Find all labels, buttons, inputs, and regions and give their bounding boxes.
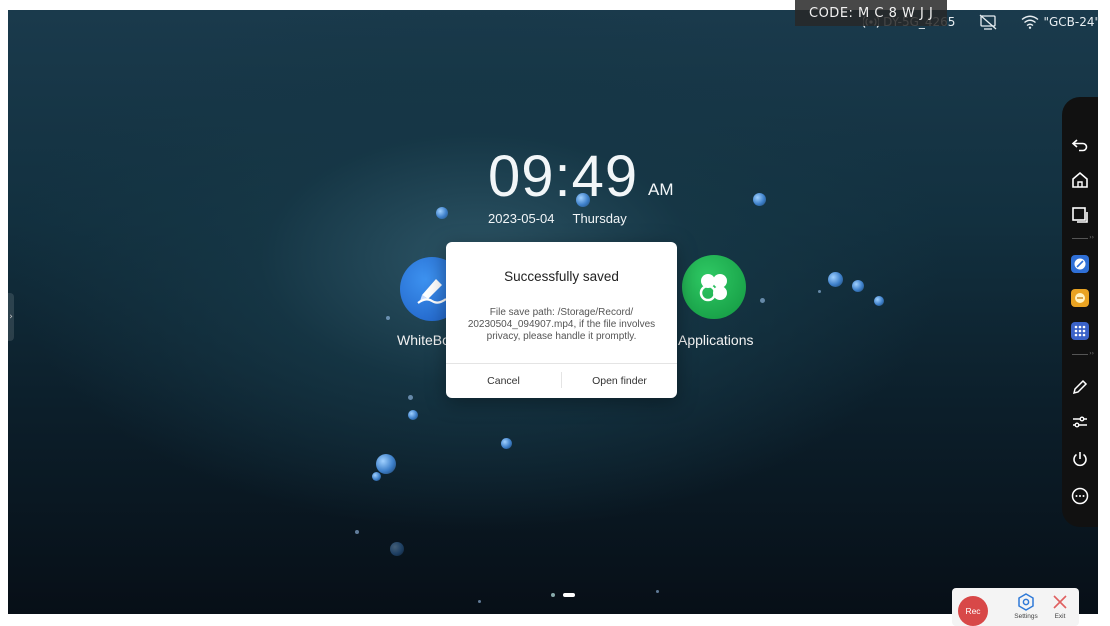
cast-code-badge: CODE: M C 8 W J J [795, 0, 948, 26]
sliders-icon [1073, 416, 1087, 428]
bubble-decoration [408, 410, 418, 420]
bubble-decoration [501, 438, 512, 449]
sparkle-decoration [818, 290, 821, 293]
recorder-exit-button[interactable]: Exit [1044, 592, 1076, 626]
bubble-decoration [390, 542, 404, 556]
page-indicator [551, 593, 575, 597]
open-finder-button[interactable]: Open finder [562, 364, 677, 398]
recent-apps-button[interactable] [1068, 203, 1092, 227]
applications-app-label[interactable]: Applications [678, 332, 754, 348]
recorder-settings-button[interactable]: Settings [1010, 592, 1042, 626]
whiteboard-app-label[interactable]: WhiteBo [397, 332, 450, 348]
power-icon [1073, 452, 1087, 467]
dialog-title: Successfully saved [504, 269, 619, 284]
power-button[interactable] [1068, 447, 1092, 471]
sparkle-decoration [386, 316, 390, 320]
dialog-message: File save path: /Storage/Record/ 2023050… [467, 307, 656, 342]
sparkle-decoration [760, 298, 765, 303]
bubble-decoration [828, 272, 843, 287]
clock-widget: 09:49 AM 2023-05-04 Thursday [488, 144, 674, 227]
bubble-decoration [436, 207, 448, 219]
desktop-stage: 09:49 AM 2023-05-04 Thursday WhiteBo App… [0, 0, 1110, 626]
clock-ampm: AM [648, 180, 674, 199]
applications-app-icon[interactable] [682, 255, 746, 319]
browser-icon [1071, 255, 1089, 273]
home-icon [1072, 171, 1088, 188]
clock-day: Thursday [572, 211, 627, 226]
no-screen-status[interactable] [979, 14, 997, 30]
sparkle-decoration [408, 395, 413, 400]
wifi-label: "GCB-24" [1043, 15, 1100, 29]
left-drawer-handle[interactable]: › [8, 293, 14, 341]
clover-icon [699, 274, 727, 302]
sparkle-decoration [355, 530, 359, 534]
app-grid-icon [1071, 322, 1089, 340]
clock-date-row: 2023-05-04 Thursday [488, 211, 627, 226]
chevron-right-icon: › [9, 312, 13, 322]
note-app-icon [1071, 289, 1089, 307]
cancel-button[interactable]: Cancel [446, 364, 561, 398]
wifi-status[interactable]: "GCB-24" [1021, 15, 1100, 29]
more-button[interactable] [1068, 484, 1092, 508]
exit-label: Exit [1054, 613, 1066, 620]
clock-date: 2023-05-04 [488, 211, 555, 226]
pen-button[interactable] [1068, 375, 1092, 399]
sparkle-decoration [478, 600, 481, 603]
recent-apps-icon [1072, 207, 1088, 223]
app-grid-button[interactable] [1068, 319, 1092, 343]
back-button[interactable] [1068, 133, 1092, 157]
page-dot[interactable] [551, 593, 555, 597]
clock-time: 09:49 [488, 144, 639, 209]
settings-sliders-button[interactable] [1068, 410, 1092, 434]
note-app-button[interactable] [1068, 286, 1092, 310]
wifi-icon [1021, 15, 1039, 29]
rec-button[interactable]: Rec [958, 596, 988, 626]
no-screen-icon [980, 14, 997, 30]
pen-icon [1072, 379, 1088, 395]
launcher-screen: 09:49 AM 2023-05-04 Thursday WhiteBo App… [8, 10, 1098, 614]
sparkle-decoration [656, 590, 659, 593]
back-icon [1071, 139, 1088, 152]
settings-label: Settings [1014, 613, 1038, 620]
hexagon-gear-icon [1018, 593, 1034, 611]
close-icon [1053, 595, 1067, 609]
separator: ›› [1072, 350, 1094, 357]
browser-app-button[interactable] [1068, 252, 1092, 276]
side-toolbar: ›› ›› [1062, 97, 1098, 527]
separator: ›› [1072, 234, 1094, 241]
bubble-decoration [372, 472, 381, 481]
more-icon [1071, 487, 1089, 505]
bubble-decoration [874, 296, 884, 306]
save-success-dialog: Successfully saved File save path: /Stor… [446, 242, 677, 398]
home-button[interactable] [1068, 168, 1092, 192]
bubble-decoration [376, 454, 396, 474]
bubble-decoration [852, 280, 864, 292]
screen-recorder-panel: Rec Settings Exit [952, 588, 1079, 626]
page-dot-active[interactable] [563, 593, 575, 597]
bubble-decoration [753, 193, 766, 206]
